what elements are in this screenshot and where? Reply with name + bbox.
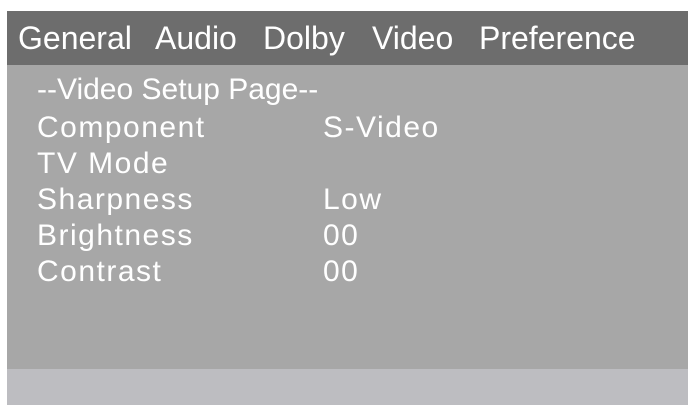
setting-component-value: S-Video xyxy=(323,111,440,144)
setting-contrast-value: 00 xyxy=(323,255,360,288)
setting-sharpness-value: Low xyxy=(323,183,383,216)
status-bar xyxy=(7,369,688,405)
tab-video[interactable]: Video xyxy=(372,19,453,57)
setting-component-label[interactable]: Component xyxy=(37,111,206,145)
tab-preference[interactable]: Preference xyxy=(479,19,636,57)
setting-brightness-value: 00 xyxy=(323,219,360,252)
video-setup-screen: General Audio Dolby Video Preference --V… xyxy=(7,11,688,405)
tab-general[interactable]: General xyxy=(18,19,132,57)
tab-dolby[interactable]: Dolby xyxy=(263,19,345,57)
setting-tv-mode-label[interactable]: TV Mode xyxy=(37,147,169,181)
menu-tab-bar: General Audio Dolby Video Preference xyxy=(7,11,688,65)
setting-brightness-label[interactable]: Brightness xyxy=(37,219,194,253)
tab-audio[interactable]: Audio xyxy=(155,19,237,57)
setting-sharpness-label[interactable]: Sharpness xyxy=(37,183,194,217)
setting-contrast-label[interactable]: Contrast xyxy=(37,255,162,289)
page-title: --Video Setup Page-- xyxy=(37,73,319,106)
